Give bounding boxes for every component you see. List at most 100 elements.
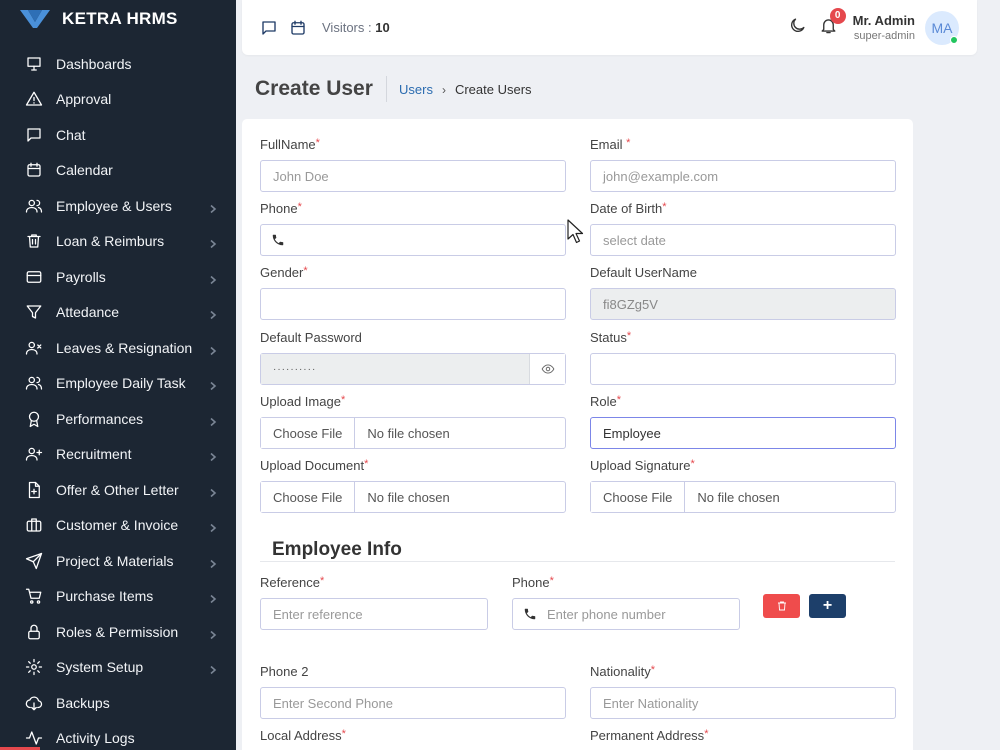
sidebar-item-label: Roles & Permission xyxy=(56,623,179,640)
phone2-input[interactable]: Enter Second Phone xyxy=(260,687,566,719)
choose-file-button[interactable]: Choose File xyxy=(261,418,356,448)
sidebar-item-leaves-resignation[interactable]: Leaves & Resignation xyxy=(0,330,236,366)
user-info[interactable]: Mr. Admin super-admin xyxy=(853,13,915,42)
sidebar-item-calendar[interactable]: Calendar xyxy=(0,153,236,189)
warning-icon xyxy=(25,90,43,108)
sidebar-item-employee-users[interactable]: Employee & Users xyxy=(0,188,236,224)
sidebar-item-label: Dashboards xyxy=(56,55,132,72)
required-mark: * xyxy=(704,728,709,740)
required-mark: * xyxy=(340,394,346,406)
page-title: Create User xyxy=(255,77,373,100)
sidebar-item-label: Backups xyxy=(56,694,110,711)
sidebar-item-label: Attedance xyxy=(56,304,120,321)
breadcrumb-users-link[interactable]: Users xyxy=(399,82,433,97)
emp-phone-input[interactable]: Enter phone number xyxy=(512,598,740,630)
role-label: Role xyxy=(590,394,617,409)
chevron-right-icon xyxy=(208,414,218,426)
delete-phone-button[interactable] xyxy=(763,594,800,618)
chevron-right-icon xyxy=(208,662,218,675)
sidebar-item-backups[interactable]: Backups xyxy=(0,685,236,721)
nationality-input[interactable]: Enter Nationality xyxy=(590,687,896,719)
lock-icon xyxy=(25,623,43,641)
user-role: super-admin xyxy=(853,30,915,42)
eye-icon[interactable] xyxy=(529,354,565,384)
permanent-address-field: Permanent Address* xyxy=(590,728,896,746)
email-input[interactable]: john@example.com xyxy=(590,160,896,192)
bell-icon[interactable]: 0 xyxy=(819,7,846,40)
sidebar-item-recruitment[interactable]: Recruitment xyxy=(0,437,236,473)
choose-file-button[interactable]: Choose File xyxy=(261,482,356,512)
upload-image-input[interactable]: Choose File No file chosen xyxy=(260,417,566,449)
upload-document-input[interactable]: Choose File No file chosen xyxy=(260,481,566,513)
sidebar-item-customer-invoice[interactable]: Customer & Invoice xyxy=(0,508,236,544)
sidebar-item-project-materials[interactable]: Project & Materials xyxy=(0,543,236,579)
phone-input[interactable] xyxy=(260,224,566,256)
required-mark: * xyxy=(662,201,667,213)
calendar-icon[interactable] xyxy=(289,19,307,37)
avatar[interactable]: MA xyxy=(925,10,959,45)
brand[interactable]: KETRA HRMS xyxy=(0,0,236,38)
required-mark: * xyxy=(626,330,632,342)
upload-document-field: Upload Document* Choose File No file cho… xyxy=(260,458,566,513)
fullname-input[interactable]: John Doe xyxy=(260,160,566,192)
chevron-right-icon xyxy=(208,627,218,639)
filter-icon xyxy=(25,303,43,321)
chat-icon xyxy=(25,126,43,144)
send-icon xyxy=(25,552,43,570)
chevron-right-icon xyxy=(208,272,218,284)
sidebar-item-payrolls[interactable]: Payrolls xyxy=(0,259,236,295)
chevron-right-icon xyxy=(208,556,218,568)
file-name: No file chosen xyxy=(367,425,450,441)
chevron-right-icon: › xyxy=(441,82,446,97)
sidebar-item-employee-daily-task[interactable]: Employee Daily Task xyxy=(0,366,236,402)
sidebar-item-approval[interactable]: Approval xyxy=(0,82,236,118)
sidebar-item-chat[interactable]: Chat xyxy=(0,117,236,153)
chevron-right-icon xyxy=(208,520,218,533)
sidebar-item-attedance[interactable]: Attedance xyxy=(0,295,236,331)
moon-icon[interactable] xyxy=(788,16,807,40)
upload-signature-input[interactable]: Choose File No file chosen xyxy=(590,481,896,513)
monitor-icon xyxy=(25,55,43,73)
sidebar-item-loan-reimburs[interactable]: Loan & Reimburs xyxy=(0,224,236,260)
sidebar-item-label: System Setup xyxy=(56,659,144,676)
award-icon xyxy=(25,410,43,428)
sidebar-item-performances[interactable]: Performances xyxy=(0,401,236,437)
choose-file-button[interactable]: Choose File xyxy=(591,482,686,512)
sidebar-item-label: Recruitment xyxy=(56,446,132,463)
user-x-icon xyxy=(25,339,43,357)
sidebar-item-activity-logs[interactable]: Activity Logs xyxy=(0,721,236,750)
chevron-right-icon xyxy=(208,378,218,391)
required-mark: * xyxy=(303,265,308,277)
sidebar-item-roles-permission[interactable]: Roles & Permission xyxy=(0,614,236,650)
chevron-right-icon xyxy=(208,201,218,213)
gender-select[interactable] xyxy=(260,288,566,320)
required-mark: * xyxy=(319,575,325,587)
status-select[interactable] xyxy=(590,353,896,385)
sidebar-item-label: Employee Daily Task xyxy=(56,375,186,392)
reference-field: Reference* Enter reference xyxy=(260,575,488,630)
chat-icon[interactable] xyxy=(260,19,278,37)
gender-label: Gender xyxy=(260,265,304,280)
required-mark: * xyxy=(626,137,631,149)
phone-label: Phone xyxy=(260,201,298,216)
sidebar-item-system-setup[interactable]: System Setup xyxy=(0,650,236,686)
add-phone-button[interactable]: + xyxy=(809,594,846,618)
default-username-label: Default UserName xyxy=(590,265,697,280)
title-divider xyxy=(386,76,387,102)
default-password-field: Default Password ·········· xyxy=(260,330,566,385)
chevron-right-icon xyxy=(208,449,218,462)
sidebar-item-purchase-items[interactable]: Purchase Items xyxy=(0,579,236,615)
chevron-right-icon xyxy=(208,343,218,355)
gear-icon xyxy=(25,658,43,676)
reference-input[interactable]: Enter reference xyxy=(260,598,488,630)
users-icon xyxy=(25,374,43,392)
briefcase-icon xyxy=(25,516,43,534)
dob-input[interactable]: select date xyxy=(590,224,896,256)
email-field: Email * john@example.com xyxy=(590,137,896,192)
section-divider xyxy=(260,561,895,562)
card-icon xyxy=(25,268,43,286)
sidebar-item-dashboards[interactable]: Dashboards xyxy=(0,46,236,82)
role-select[interactable]: Employee xyxy=(590,417,896,449)
user-name: Mr. Admin xyxy=(852,13,915,28)
sidebar-item-offer-other-letter[interactable]: Offer & Other Letter xyxy=(0,472,236,508)
